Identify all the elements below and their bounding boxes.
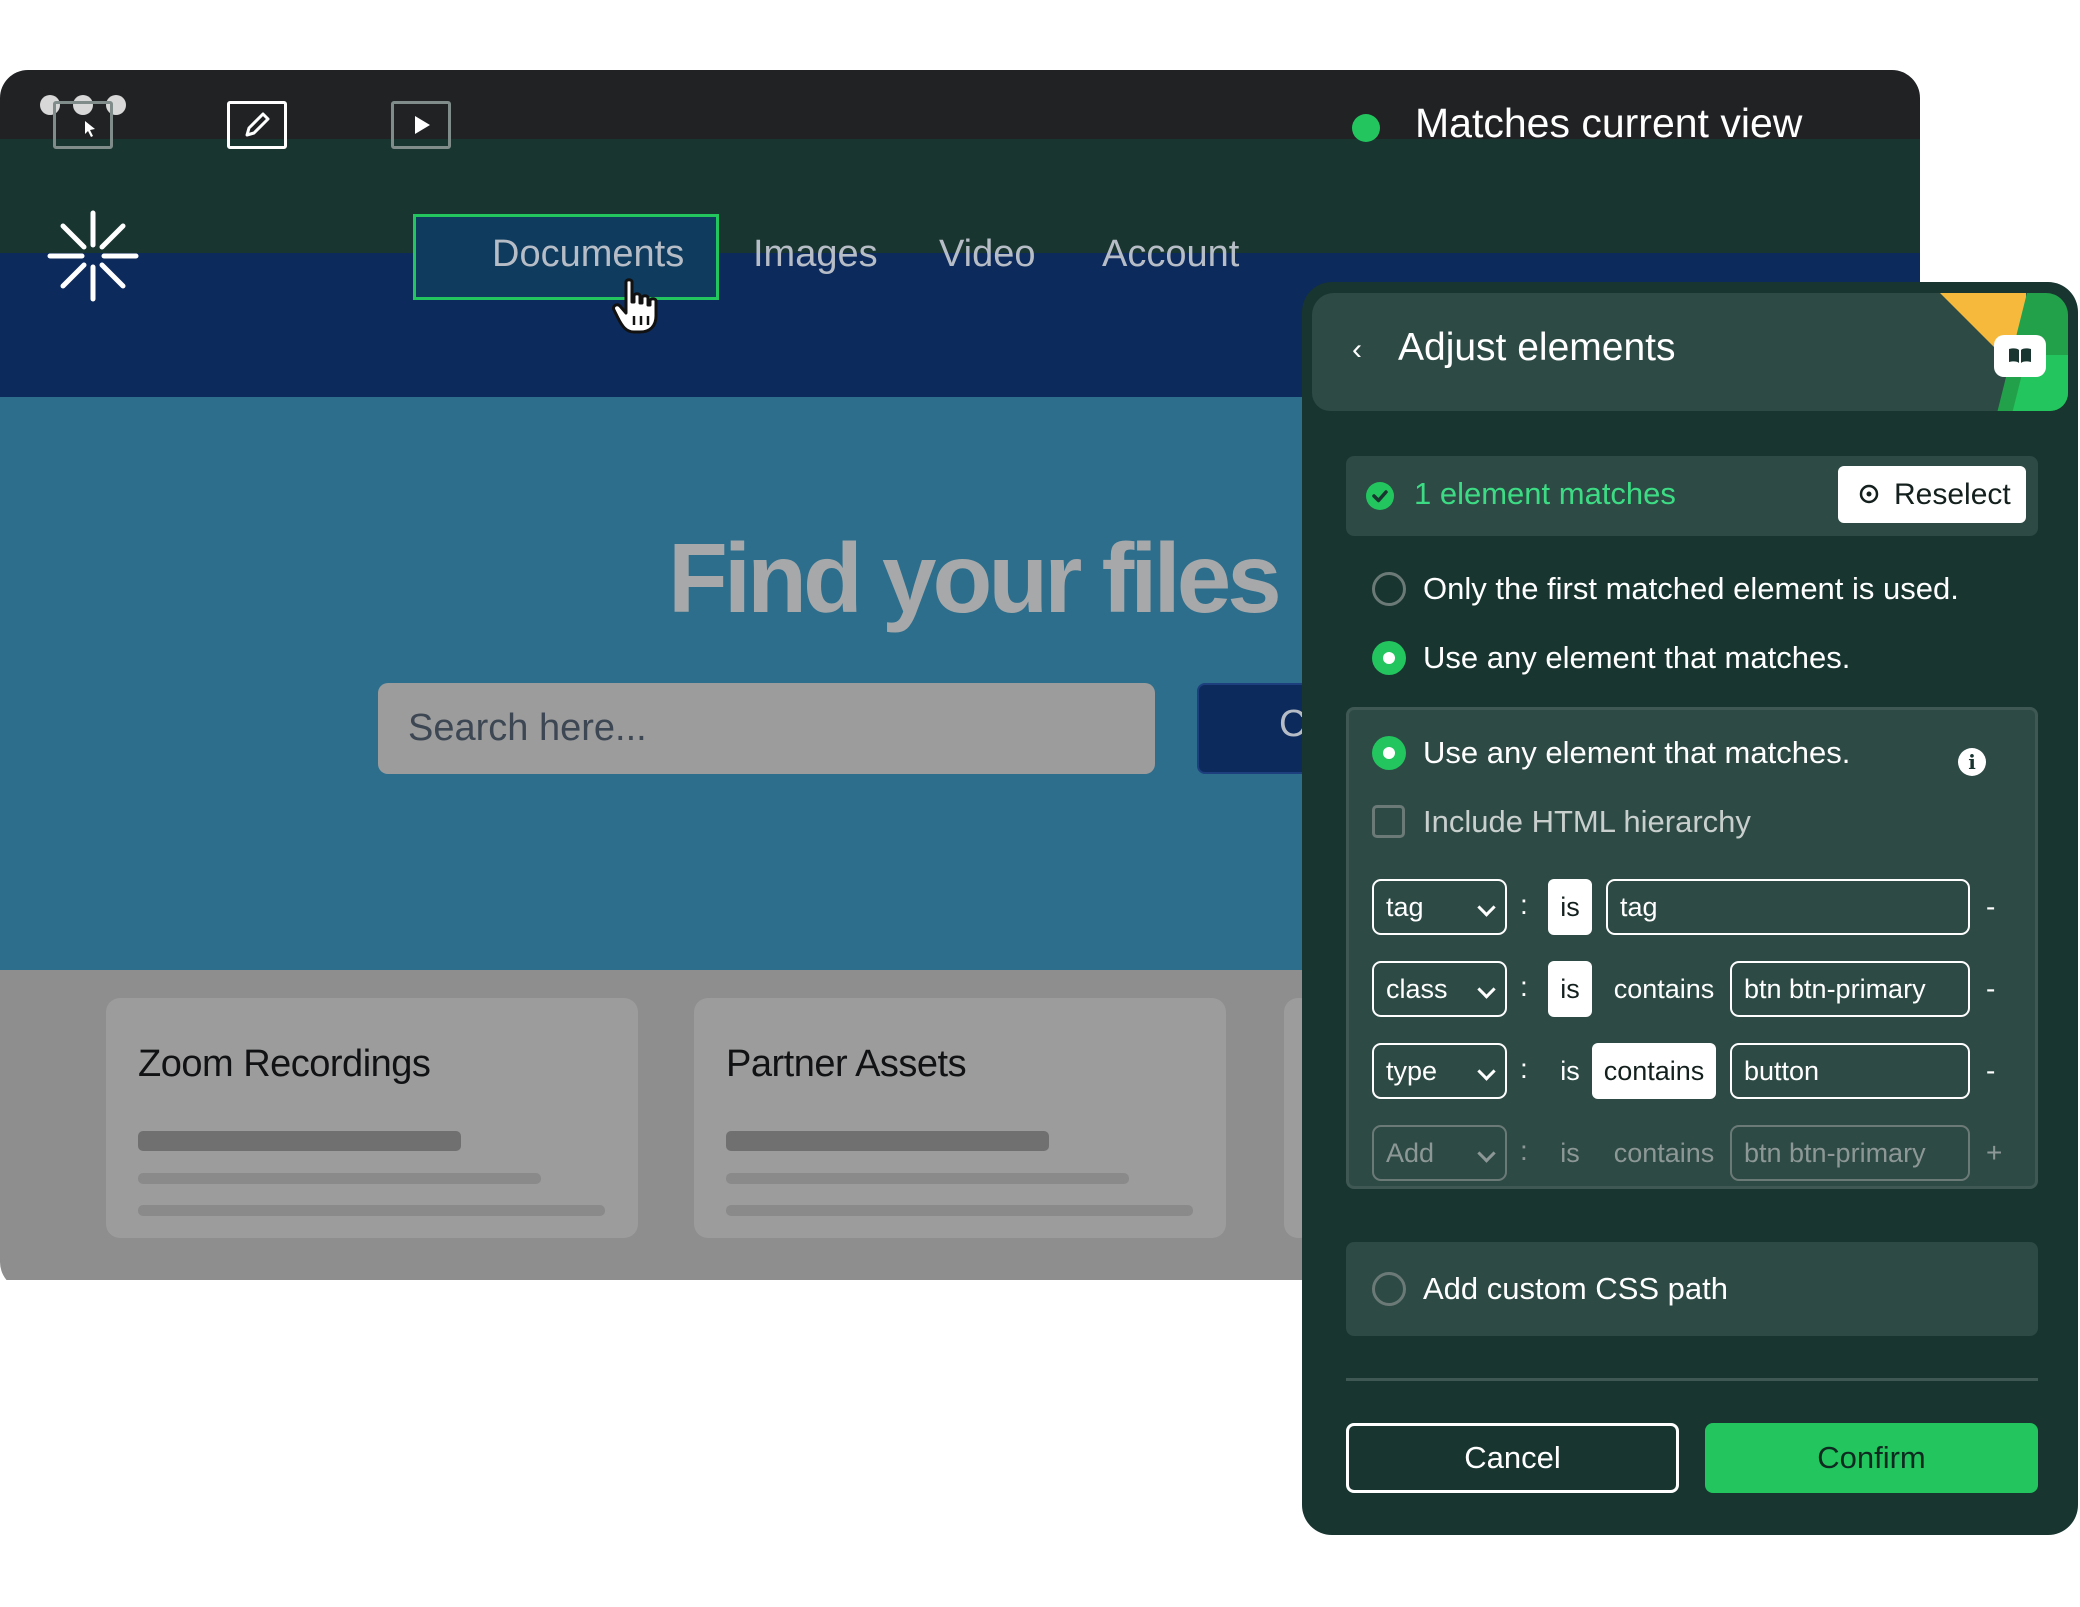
divider <box>1346 1378 2038 1381</box>
edit-icon <box>245 112 270 137</box>
card-placeholder-line <box>138 1205 605 1216</box>
rule-separator: : <box>1520 1135 1528 1166</box>
check-circle-icon <box>1366 482 1394 510</box>
reselect-label: Reselect <box>1894 477 2011 511</box>
card-placeholder-line <box>138 1173 541 1184</box>
chevron-down-icon <box>1477 1062 1496 1081</box>
rule-op-contains[interactable]: contains <box>1604 1125 1724 1181</box>
custom-css-label: Add custom CSS path <box>1423 1271 1728 1306</box>
confirm-button[interactable]: Confirm <box>1705 1423 2038 1493</box>
rule-attribute-select[interactable]: type <box>1372 1043 1507 1099</box>
add-rule-button[interactable]: + <box>1986 1125 2002 1181</box>
rule-separator: : <box>1520 889 1528 920</box>
match-status-row: 1 element matches Reselect <box>1346 456 2038 536</box>
nav-images[interactable]: Images <box>753 233 878 276</box>
rule-separator: : <box>1520 1053 1528 1084</box>
remove-rule-button[interactable]: - <box>1986 879 1995 935</box>
rule-op-is[interactable]: is <box>1548 961 1592 1017</box>
adjust-elements-panel: ‹ Adjust elements 1 element matches Rese… <box>1302 282 2078 1535</box>
rule-attribute-select[interactable]: tag <box>1372 879 1507 935</box>
play-icon <box>415 116 430 134</box>
chevron-down-icon <box>1477 1144 1496 1163</box>
custom-css-row: Add custom CSS path <box>1346 1242 2038 1336</box>
rule-attribute-value: class <box>1386 974 1448 1004</box>
status-text: Matches current view <box>1415 100 1803 146</box>
chevron-down-icon <box>1477 980 1496 999</box>
remove-rule-button[interactable]: - <box>1986 1043 1995 1099</box>
reselect-button[interactable]: Reselect <box>1838 466 2026 523</box>
remove-rule-button[interactable]: - <box>1986 961 1995 1017</box>
rule-op-is[interactable]: is <box>1548 879 1592 935</box>
select-element-icon <box>85 121 95 137</box>
radio-any-match[interactable] <box>1372 641 1406 675</box>
nav-documents[interactable]: Documents <box>492 233 684 276</box>
add-rule-select[interactable]: Add <box>1372 1125 1507 1181</box>
rule-op-is[interactable]: is <box>1548 1125 1592 1181</box>
nav-video[interactable]: Video <box>939 233 1036 276</box>
card-placeholder-line <box>138 1131 461 1151</box>
rule-value-input[interactable]: button <box>1730 1043 1970 1099</box>
card-placeholder-line <box>726 1205 1193 1216</box>
rule-op-contains[interactable]: contains <box>1592 1043 1716 1099</box>
card-title: Zoom Recordings <box>138 1043 431 1085</box>
card-zoom-recordings[interactable]: Zoom Recordings <box>106 998 638 1238</box>
option-first-only-label: Only the first matched element is used. <box>1423 571 1959 606</box>
rule-value-input[interactable]: btn btn-primary <box>1730 961 1970 1017</box>
hierarchy-checkbox[interactable] <box>1372 805 1405 838</box>
page-background <box>0 1290 1310 1607</box>
docs-button[interactable] <box>1994 335 2046 377</box>
nav-account[interactable]: Account <box>1102 233 1239 276</box>
select-mode-button[interactable] <box>53 101 113 149</box>
option-any-match-label: Use any element that matches. <box>1423 640 1851 675</box>
card-title: Partner Assets <box>726 1043 967 1085</box>
asterisk-logo-icon <box>47 210 139 302</box>
card-partner-assets[interactable]: Partner Assets <box>694 998 1226 1238</box>
cancel-button[interactable]: Cancel <box>1346 1423 1679 1493</box>
hand-pointer-cursor-icon <box>612 278 658 334</box>
radio-custom-css[interactable] <box>1372 1272 1406 1306</box>
status-indicator <box>1352 114 1380 142</box>
new-rule-value-input[interactable]: btn btn-primary <box>1730 1125 1970 1181</box>
chevron-down-icon <box>1477 898 1496 917</box>
option-any-match-inner-label: Use any element that matches. <box>1423 735 1851 770</box>
info-icon[interactable]: i <box>1958 748 1986 776</box>
radio-any-match-inner[interactable] <box>1372 736 1406 770</box>
radio-first-only[interactable] <box>1372 572 1406 606</box>
match-count: 1 element matches <box>1414 476 1676 511</box>
panel-title: Adjust elements <box>1398 326 1676 369</box>
preview-mode-button[interactable] <box>391 101 451 149</box>
hero-title: Find your files <box>668 523 1282 633</box>
hierarchy-label: Include HTML hierarchy <box>1423 804 1751 839</box>
search-input[interactable] <box>378 683 1155 774</box>
edit-mode-button[interactable] <box>227 101 287 149</box>
rule-attribute-select[interactable]: class <box>1372 961 1507 1017</box>
crosshair-icon <box>1859 484 1879 504</box>
rule-op-is[interactable]: is <box>1548 1043 1592 1099</box>
card-placeholder-line <box>726 1131 1049 1151</box>
rule-attribute-value: type <box>1386 1056 1438 1086</box>
rule-attribute-value: tag <box>1386 892 1424 922</box>
card-placeholder-line <box>726 1173 1129 1184</box>
match-rules-box <box>1346 707 2038 1189</box>
rule-separator: : <box>1520 971 1528 1002</box>
book-icon <box>2009 348 2031 363</box>
rule-op-contains[interactable]: contains <box>1604 961 1724 1017</box>
panel-header: ‹ Adjust elements <box>1312 293 2068 411</box>
add-rule-placeholder: Add <box>1386 1138 1435 1168</box>
rule-value-input[interactable]: tag <box>1606 879 1970 935</box>
back-chevron-icon[interactable]: ‹ <box>1352 333 1362 367</box>
